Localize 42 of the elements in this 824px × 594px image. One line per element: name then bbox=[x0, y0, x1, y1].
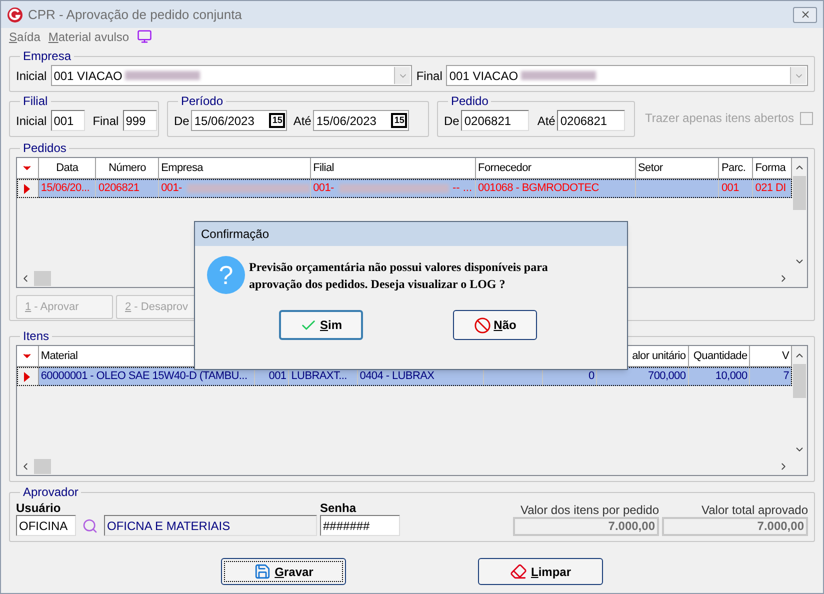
group-title: Pedido bbox=[450, 95, 490, 108]
question-icon: ? bbox=[207, 256, 245, 294]
total-label: Valor dos itens por pedido bbox=[520, 503, 659, 517]
table-cell-text: 0404 - LUBRAX bbox=[358, 369, 436, 384]
table-cell-text: 001068 - BGMRODOTEC bbox=[477, 181, 600, 196]
table-cell-text: 001 bbox=[268, 369, 288, 384]
total-field: 7.000,00 bbox=[513, 517, 659, 536]
field-label: Até bbox=[293, 112, 312, 130]
dialog-title: Confirmação bbox=[201, 226, 270, 243]
field-label: De bbox=[174, 112, 190, 130]
table-cell-text: 10,000 bbox=[714, 369, 748, 384]
checkbox-label: Trazer apenas itens abertos bbox=[645, 110, 794, 127]
group-title: Itens bbox=[22, 330, 50, 343]
table-cell-text: 7 bbox=[782, 369, 790, 384]
table-cell-text: 001 bbox=[720, 181, 740, 196]
field-label: Inicial bbox=[16, 112, 47, 130]
total-label: Valor total aprovado bbox=[701, 503, 808, 517]
field-label: Final bbox=[416, 68, 442, 84]
field-label: De bbox=[444, 112, 460, 130]
dialog-message: Previsão orçamentária não possui valores disponíveis para aprovação dos pedidos. Deseja visualizar o LOG ? bbox=[249, 259, 549, 293]
window-title: CPR - Aprovação de pedido conjunta bbox=[28, 6, 242, 24]
field-label: Senha bbox=[320, 501, 358, 515]
table-cell-text: 001- bbox=[312, 181, 335, 196]
group-title: Pedidos bbox=[22, 142, 68, 155]
table-cell-text: -- ... bbox=[451, 181, 474, 196]
field-label: Usuário bbox=[16, 501, 62, 515]
group-title: Empresa bbox=[22, 50, 72, 63]
field-label: Inicial bbox=[16, 68, 47, 84]
table-cell-text: 60000001 - OLEO SAE 15W40-D (TAMBU... bbox=[40, 369, 248, 384]
table-cell-text: 0206821 bbox=[97, 181, 140, 196]
group-title: Período bbox=[180, 95, 224, 108]
table-cell-text: 700,000 bbox=[647, 369, 687, 384]
table-cell-text: 15/06/20... bbox=[40, 181, 91, 196]
group-title: Filial bbox=[22, 95, 49, 108]
table-cell-text: 021 DI bbox=[754, 181, 787, 196]
table-cell-text: 001- bbox=[160, 181, 183, 196]
total-field: 7.000,00 bbox=[662, 517, 808, 536]
table-cell-text: LUBRAXT... bbox=[290, 369, 348, 384]
field-label: Até bbox=[537, 112, 556, 130]
group-title: Aprovador bbox=[22, 486, 80, 499]
field-label: Final bbox=[92, 112, 119, 130]
table-cell-text: 0 bbox=[587, 369, 596, 384]
